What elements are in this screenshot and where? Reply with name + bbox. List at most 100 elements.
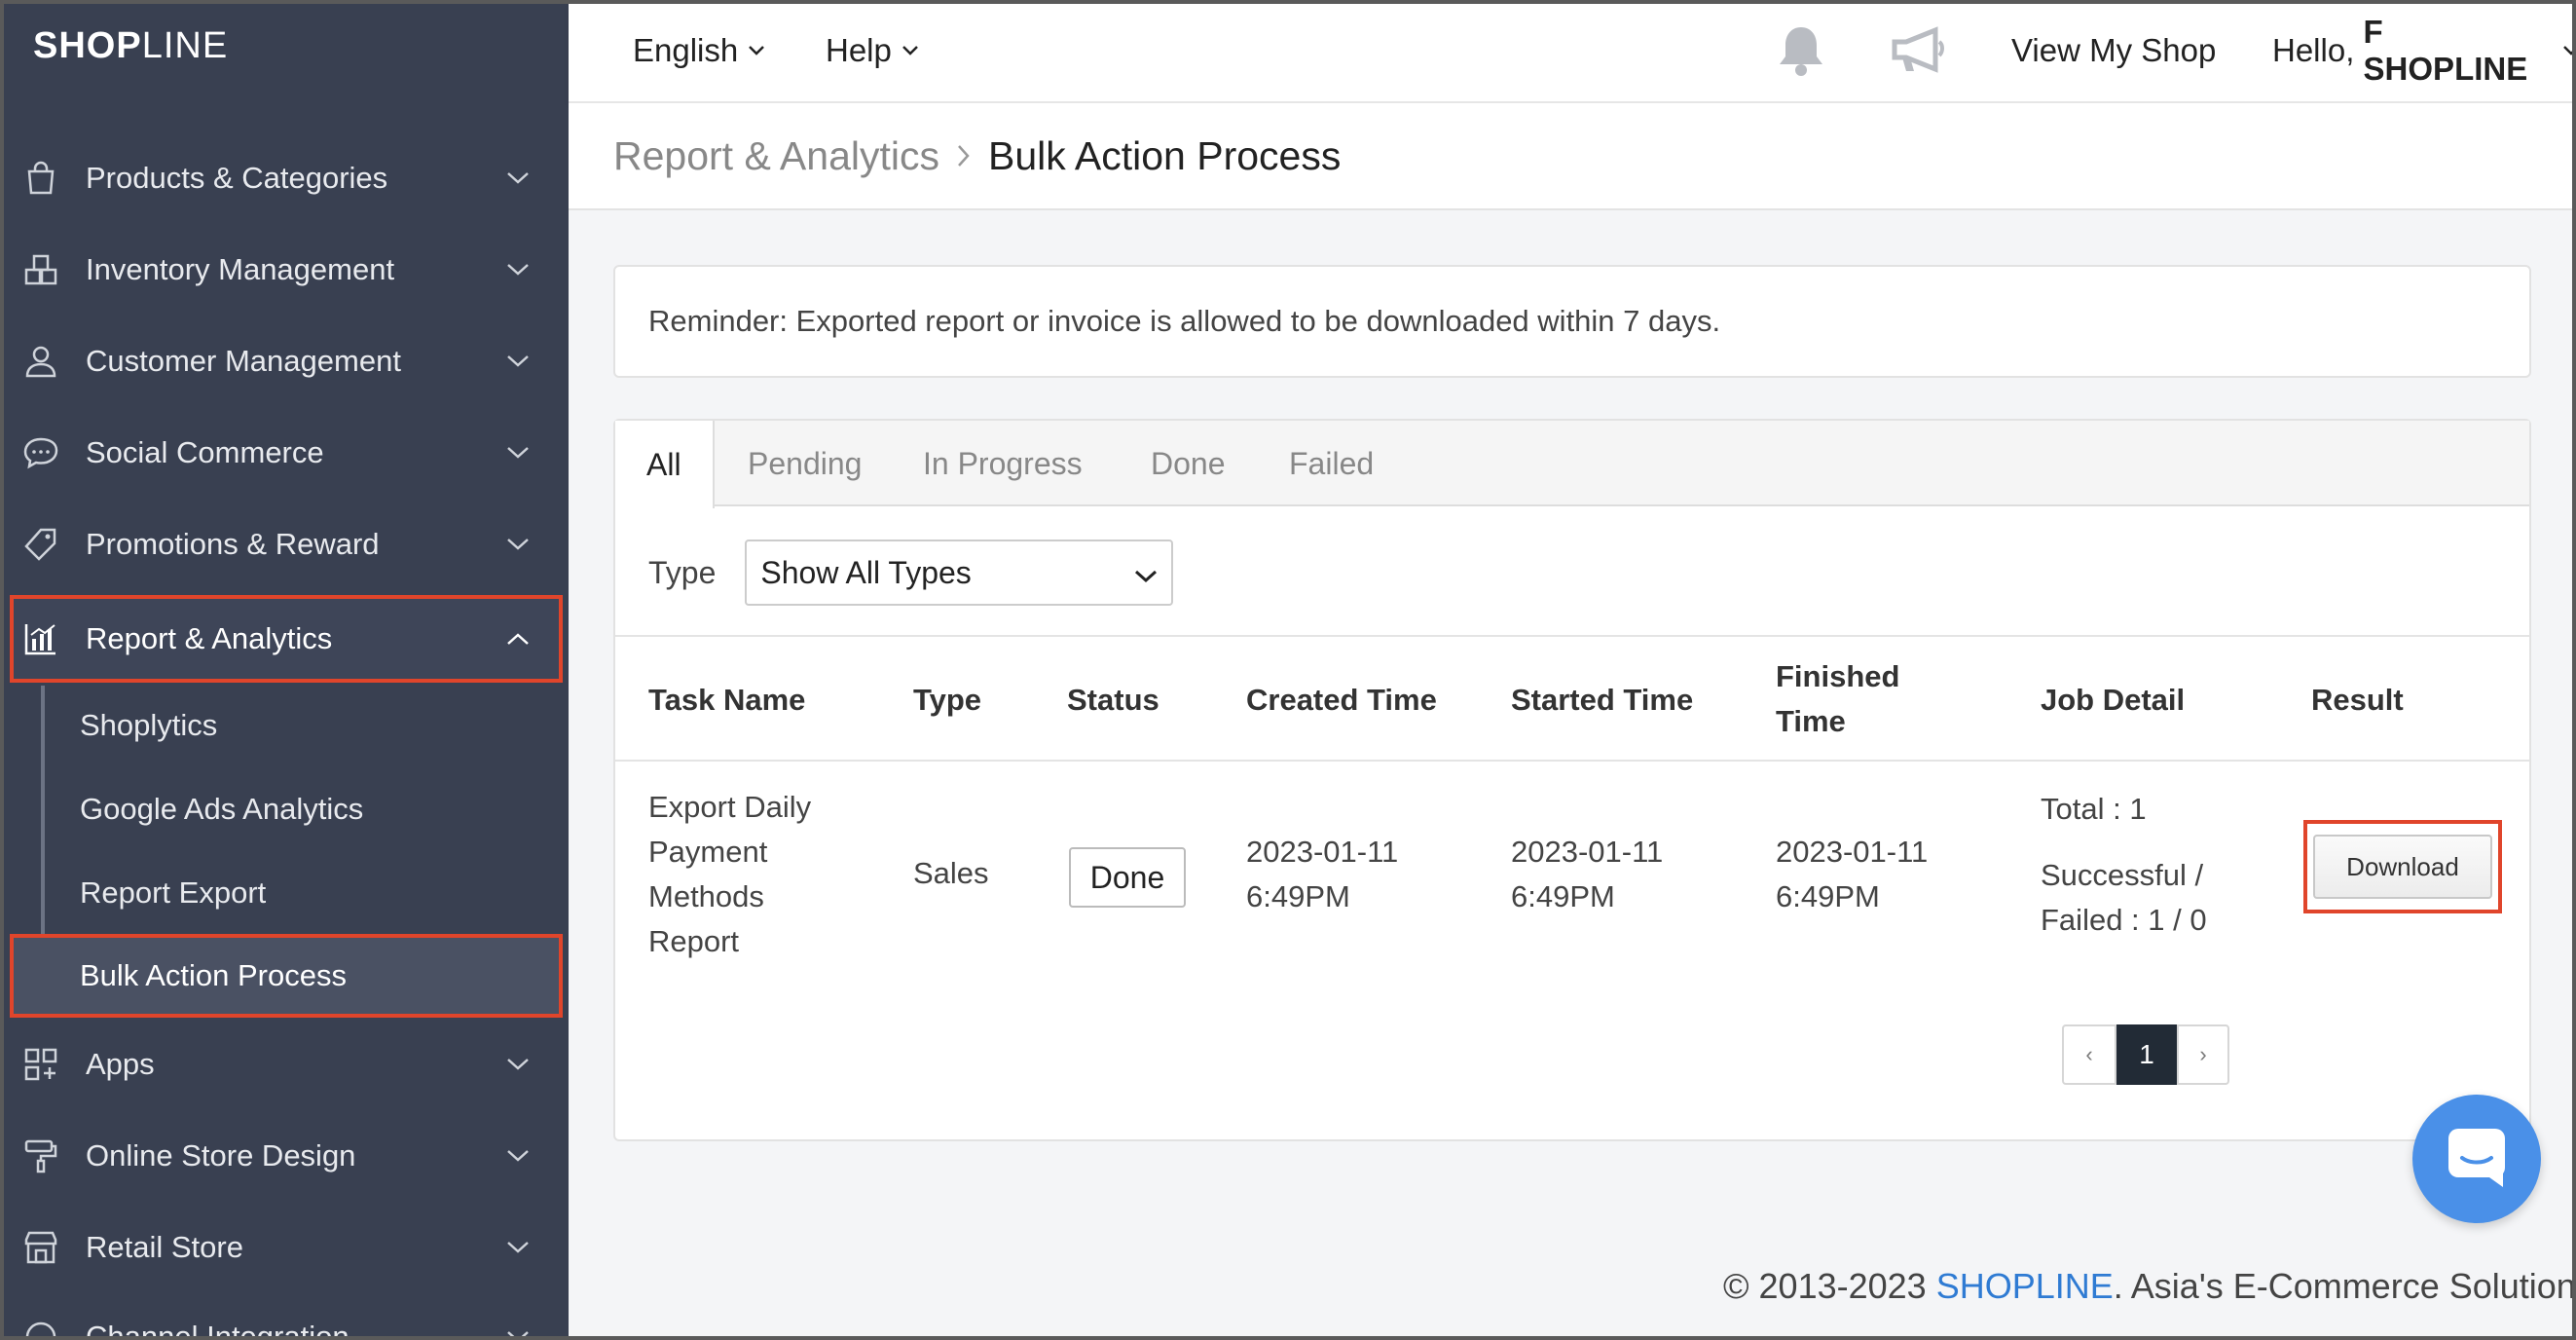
language-dropdown[interactable]: English	[633, 4, 765, 97]
breadcrumb: Report & Analytics Bulk Action Process	[569, 103, 2572, 210]
shopline-logo[interactable]: SHOPLINE	[33, 25, 228, 67]
sidebar-item-label: Products & Categories	[86, 161, 388, 195]
table-header: Task Name Type Status Created Time Start…	[615, 635, 2529, 762]
sidebar-item-promotions[interactable]: Promotions & Reward	[10, 501, 563, 588]
paint-roller-icon	[21, 1136, 60, 1175]
type-filter: Type Show All Types	[648, 540, 1174, 606]
breadcrumb-parent-link[interactable]: Report & Analytics	[613, 133, 939, 179]
logo-thin-text: LINE	[141, 25, 229, 66]
main-content: Report & Analytics Bulk Action Process R…	[569, 103, 2572, 1336]
reminder-notice: Reminder: Exported report or invoice is …	[613, 265, 2531, 378]
status-badge: Done	[1069, 847, 1186, 908]
sidebar-item-label: Retail Store	[86, 1230, 243, 1264]
store-icon	[21, 1228, 60, 1267]
column-header-created-time: Created Time	[1246, 683, 1437, 717]
sidebar-item-products[interactable]: Products & Categories	[10, 134, 563, 222]
megaphone-icon[interactable]	[1891, 4, 1947, 97]
chevron-down-icon	[498, 1228, 537, 1267]
pagination-prev-button[interactable]: ‹	[2062, 1024, 2116, 1085]
task-name-cell: Export Daily	[648, 790, 812, 824]
pagination-next-button[interactable]: ›	[2177, 1024, 2229, 1085]
type-filter-label: Type	[648, 554, 717, 590]
sidebar-item-label: Report & Analytics	[86, 621, 333, 655]
column-header-task-name: Task Name	[648, 683, 806, 717]
started-time-cell: 2023-01-11	[1511, 835, 1664, 869]
status-tabs: All Pending In Progress Done Failed	[615, 421, 2529, 508]
user-menu[interactable]: Hello, F SHOPLINE	[2272, 4, 2572, 97]
download-highlight: Download	[2303, 820, 2502, 913]
chevron-up-icon	[498, 619, 537, 658]
sidebar-item-channel-integration[interactable]: Channel Integration	[10, 1293, 563, 1336]
sidebar-item-customer[interactable]: Customer Management	[10, 317, 563, 405]
tab-pending[interactable]: Pending	[748, 421, 862, 506]
sidebar-item-label: Inventory Management	[86, 252, 395, 286]
tab-in-progress[interactable]: In Progress	[923, 421, 1083, 506]
column-header-finished-time: Finished	[1776, 659, 1900, 693]
pagination-page-1[interactable]: 1	[2116, 1024, 2177, 1085]
task-name-cell: Report	[648, 924, 740, 958]
type-cell: Sales	[913, 856, 989, 890]
user-icon	[21, 342, 60, 381]
tab-failed[interactable]: Failed	[1289, 421, 1374, 506]
shopping-bag-icon	[21, 159, 60, 198]
sidebar-item-inventory[interactable]: Inventory Management	[10, 226, 563, 314]
sidebar-subitem-label: Shoplytics	[80, 708, 218, 742]
created-time-cell: 2023-01-11	[1246, 835, 1399, 869]
sidebar-item-social-commerce[interactable]: Social Commerce	[10, 409, 563, 497]
next-arrow: ›	[2199, 1042, 2207, 1066]
language-label: English	[633, 32, 739, 68]
sidebar-subitem-shoplytics[interactable]: Shoplytics	[10, 684, 563, 767]
view-my-shop-link[interactable]: View My Shop	[2011, 4, 2216, 97]
type-select-value: Show All Types	[760, 554, 972, 590]
sidebar-subitem-label: Report Export	[80, 875, 267, 910]
reminder-text: Reminder: Exported report or invoice is …	[648, 304, 1721, 338]
sidebar-item-label: Customer Management	[86, 344, 401, 378]
sidebar-subitem-google-ads[interactable]: Google Ads Analytics	[10, 767, 563, 851]
tasks-panel: All Pending In Progress Done Failed Type…	[613, 419, 2531, 1141]
tab-label: In Progress	[923, 445, 1083, 481]
sidebar-subitem-label: Bulk Action Process	[80, 958, 347, 992]
created-time-cell: 6:49PM	[1246, 879, 1350, 913]
chevron-down-icon	[2562, 45, 2572, 56]
started-time-cell: 6:49PM	[1511, 879, 1615, 913]
sidebar-subitem-bulk-action-process[interactable]: Bulk Action Process	[10, 934, 563, 1018]
footer-copyright: © 2013-2023	[1723, 1266, 1936, 1306]
footer: © 2013-2023 SHOPLINE. Asia's E-Commerce …	[1723, 1266, 2572, 1307]
task-name-cell: Payment	[648, 835, 768, 869]
finished-time-cell: 2023-01-11	[1776, 835, 1929, 869]
download-button[interactable]: Download	[2313, 835, 2492, 899]
type-select[interactable]: Show All Types	[745, 540, 1174, 606]
bar-chart-icon	[21, 619, 60, 658]
boxes-icon	[21, 250, 60, 289]
sidebar-item-online-store-design[interactable]: Online Store Design	[10, 1112, 563, 1200]
chat-icon	[2443, 1125, 2511, 1194]
view-my-shop-label: View My Shop	[2011, 32, 2217, 68]
sidebar-item-report-analytics[interactable]: Report & Analytics	[10, 595, 563, 683]
page-number: 1	[2139, 1039, 2154, 1069]
tab-done[interactable]: Done	[1151, 421, 1226, 506]
sidebar-subitem-report-export[interactable]: Report Export	[10, 851, 563, 935]
sidebar-item-apps[interactable]: Apps	[10, 1021, 563, 1108]
column-header-result: Result	[2311, 683, 2404, 717]
column-header-finished-time-line2: Time	[1776, 704, 1846, 738]
notification-bell-icon[interactable]	[1776, 4, 1826, 97]
finished-time-cell: 6:49PM	[1776, 879, 1880, 913]
chevron-down-icon	[748, 45, 765, 56]
column-header-type: Type	[913, 683, 982, 717]
chevron-down-icon	[498, 250, 537, 289]
footer-brand-link[interactable]: SHOPLINE	[1936, 1266, 2114, 1306]
column-header-status: Status	[1067, 683, 1159, 717]
channel-icon	[21, 1318, 60, 1336]
page-title: Bulk Action Process	[988, 132, 1342, 178]
tab-label: Failed	[1289, 445, 1375, 481]
sidebar-item-retail-store[interactable]: Retail Store	[10, 1204, 563, 1291]
chevron-down-icon	[498, 433, 537, 472]
chat-launcher-button[interactable]	[2412, 1095, 2541, 1223]
prev-arrow: ‹	[2085, 1042, 2093, 1066]
tab-all[interactable]: All	[615, 421, 715, 508]
download-button-label: Download	[2346, 851, 2459, 881]
help-dropdown[interactable]: Help	[826, 4, 919, 97]
job-detail-total: Total : 1	[2041, 792, 2147, 826]
sidebar-item-label: Social Commerce	[86, 435, 324, 469]
tab-label: All	[646, 446, 681, 482]
